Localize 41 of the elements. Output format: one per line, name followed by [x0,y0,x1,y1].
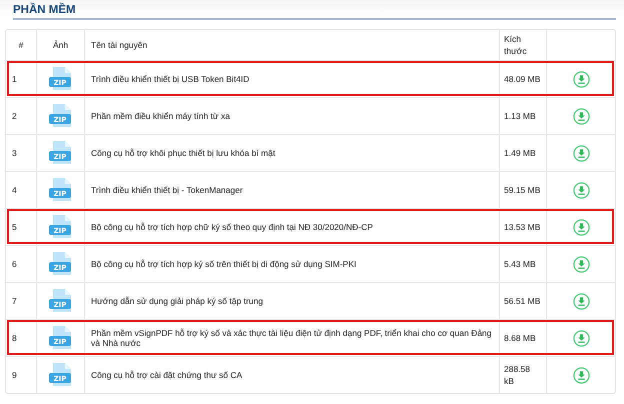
row-number: 6 [12,259,17,269]
download-icon[interactable] [572,218,590,236]
download-icon[interactable] [572,70,590,88]
column-header: Tên tài nguyên [91,40,148,50]
file-size: 13.53 MB [504,220,540,234]
resource-name: Hướng dẫn sử dụng giải pháp ký số tập trung [91,296,263,306]
row-number: 7 [12,296,17,306]
resource-name: Phần mềm vSignPDF hỗ trợ ký số và xác thực tài liệu điện tử định dạng PDF, triển khai cho cơ quan Đảng và Nhà nước [91,328,493,348]
download-icon[interactable] [572,144,590,162]
resource-name: Phần mềm điều khiển máy tính từ xa [91,111,230,121]
section-title: PHẦN MỀM [13,4,76,16]
row-number: 4 [12,185,17,195]
file-size: 288.58 kB [504,362,531,388]
download-icon[interactable] [572,330,590,346]
file-size: 5.43 MB [504,258,536,270]
file-size: 1.49 MB [504,146,536,160]
download-icon[interactable] [572,182,590,198]
file-size: 59.15 MB [504,184,540,196]
download-icon[interactable] [572,366,590,384]
column-header: Kích thước [504,32,528,58]
row-number: 1 [12,74,17,84]
file-size: 1.13 MB [504,110,536,122]
resource-name: Công cụ hỗ trợ khôi phục thiết bị lưu khóa bí mật [91,148,276,158]
file-size: 8.68 MB [504,332,536,344]
resource-name: Công cụ hỗ trợ cài đặt chứng thư số CA [91,370,242,380]
download-icon[interactable] [572,292,590,310]
download-icon[interactable] [572,108,590,124]
row-number: 3 [12,148,17,158]
row-number: 5 [12,222,17,232]
download-icon[interactable] [572,256,590,272]
column-header: # [18,40,24,50]
row-number: 9 [12,370,17,380]
row-number: 2 [12,111,17,121]
resource-name: Trình điều khiển thiết bị USB Token Bit4ID [91,74,250,84]
file-size: 48.09 MB [504,72,540,86]
file-size: 56.51 MB [504,294,540,308]
resource-name: Bộ công cụ hỗ trợ tích hợp chữ ký số theo quy định tại NĐ 30/2020/NĐ-CP [91,222,373,232]
row-number: 8 [12,333,17,343]
resource-name: Trình điều khiển thiết bị - TokenManager [91,185,243,195]
column-header: Ảnh [52,40,68,50]
resource-name: Bộ công cụ hỗ trợ tích hợp ký số trên thiết bị di động sử dụng SIM-PKI [91,259,356,269]
